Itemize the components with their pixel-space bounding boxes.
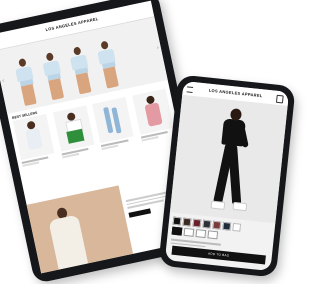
hero-model — [67, 45, 94, 95]
color-swatch[interactable] — [212, 220, 222, 230]
product-card[interactable] — [132, 88, 175, 142]
size-option[interactable] — [183, 227, 195, 237]
product-image — [132, 88, 174, 135]
color-swatch[interactable] — [222, 221, 232, 231]
phone-screen: LOS ANGELES APPAREL ADD TO BAG — [164, 80, 290, 272]
product-photo — [169, 94, 288, 224]
bag-icon[interactable] — [275, 94, 284, 104]
product-image — [12, 113, 55, 161]
size-option[interactable] — [207, 230, 219, 240]
product-image — [92, 96, 134, 144]
color-swatch[interactable] — [232, 222, 242, 232]
color-swatch[interactable] — [182, 217, 192, 227]
shop-now-button[interactable] — [127, 207, 151, 218]
product-card[interactable] — [92, 96, 135, 151]
color-swatch[interactable] — [202, 219, 212, 229]
hero-model — [40, 51, 67, 101]
product-card[interactable] — [52, 105, 96, 159]
color-swatch[interactable] — [172, 216, 182, 226]
feature-image — [26, 185, 133, 274]
size-option[interactable] — [171, 226, 183, 236]
color-swatch[interactable] — [192, 218, 202, 228]
size-option[interactable] — [195, 229, 207, 239]
phone-device: LOS ANGELES APPAREL ADD TO BAG — [158, 74, 296, 278]
chevron-left-icon[interactable]: ‹ — [2, 78, 5, 84]
product-image — [52, 105, 95, 152]
hero-model — [12, 57, 39, 107]
chevron-right-icon[interactable]: › — [156, 45, 159, 51]
hero-model — [94, 40, 121, 90]
product-card[interactable] — [12, 113, 56, 167]
